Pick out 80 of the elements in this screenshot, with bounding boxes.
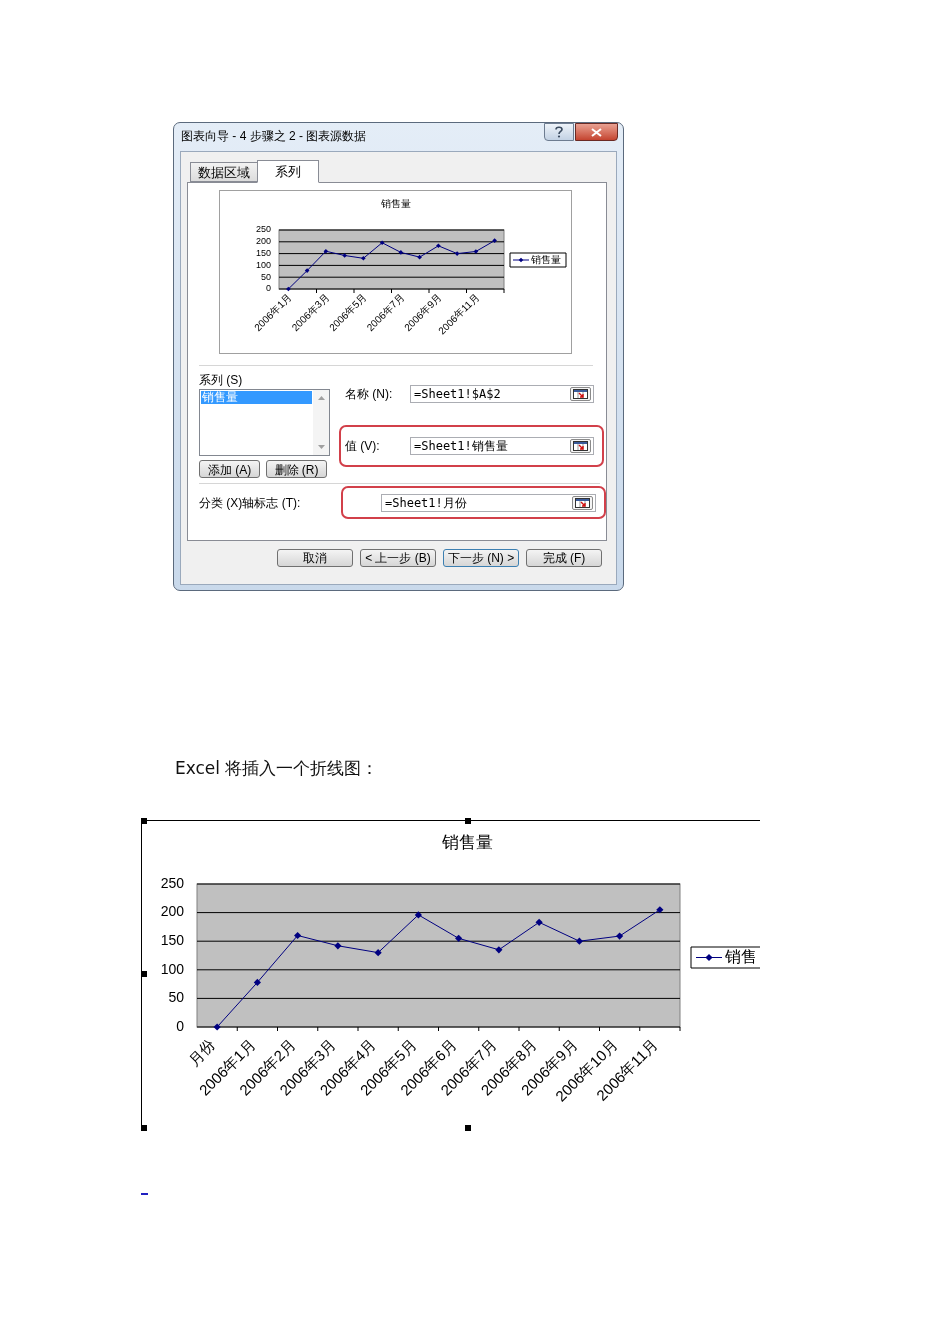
data-point: [656, 906, 664, 914]
range-button[interactable]: [572, 495, 593, 510]
field-label: 分类 (X)轴标志 (T):: [199, 494, 302, 512]
list-action-button[interactable]: 删除 (R): [266, 460, 327, 478]
data-point: [398, 250, 404, 255]
link-underline: [141, 1193, 148, 1195]
legend-key-icon: [695, 953, 723, 962]
y-tick-label: 150: [255, 248, 271, 258]
x-tick-label: 月份: [184, 1035, 219, 1070]
data-point: [342, 253, 347, 258]
data-point: [436, 243, 441, 249]
dialog-button[interactable]: 取消: [277, 549, 353, 567]
list-action-button[interactable]: 添加 (A): [199, 460, 260, 478]
data-point: [253, 978, 261, 986]
cell-range-icon: [573, 441, 588, 451]
data-point: [213, 1023, 221, 1031]
selection-handle[interactable]: [141, 818, 147, 824]
y-tick-label: 150: [160, 931, 184, 948]
y-tick-label: 0: [176, 1017, 184, 1034]
y-tick-label: 50: [168, 989, 184, 1006]
data-point: [286, 286, 291, 292]
selection-handle[interactable]: [465, 1125, 471, 1131]
help-button[interactable]: [544, 123, 574, 141]
data-point: [323, 248, 329, 254]
help-icon: [555, 126, 563, 138]
window-title: 图表向导 - 4 步骤之 2 - 图表源数据: [181, 129, 367, 144]
y-tick-label: 50: [261, 271, 271, 282]
data-point: [294, 931, 302, 940]
selection-handle[interactable]: [465, 818, 471, 824]
y-tick-label: 200: [255, 236, 271, 247]
data-point: [361, 256, 366, 261]
data-point: [379, 240, 385, 246]
close-icon: [591, 127, 602, 137]
dialog-button[interactable]: 完成 (F): [526, 549, 602, 567]
legend-label: 销售量: [531, 253, 561, 265]
data-point: [575, 937, 583, 945]
data-point: [304, 268, 310, 273]
data-point: [334, 942, 342, 950]
cell-range-icon: [573, 389, 588, 399]
data-point: [473, 249, 479, 254]
chart-title: 销售量: [381, 197, 411, 209]
dialog-button[interactable]: < 上一步 (B): [360, 549, 436, 567]
body-text: Excel 将插入一个折线图：: [175, 757, 379, 779]
selection-handle[interactable]: [141, 971, 147, 977]
reference-field[interactable]: =Sheet1!$A$2: [410, 385, 594, 403]
scroll-down-icon: [317, 445, 325, 449]
chart-title: 销售量: [441, 833, 493, 853]
legend-frame: [509, 252, 567, 268]
data-point: [535, 918, 543, 926]
field-label: 名称 (N):: [344, 386, 394, 403]
tab[interactable]: 数据区域: [190, 162, 257, 182]
close-button[interactable]: [575, 123, 618, 141]
data-point: [414, 911, 422, 919]
data-point: [616, 932, 624, 940]
y-tick-label: 0: [266, 283, 271, 294]
data-point: [455, 934, 463, 942]
y-tick-label: 200: [160, 903, 184, 920]
data-point: [417, 254, 422, 260]
y-tick-label: 100: [255, 259, 271, 270]
data-point: [492, 238, 497, 243]
data-point: [374, 949, 382, 957]
series-list-label: 系列 (S): [199, 373, 244, 387]
field-label: 值 (V):: [344, 438, 381, 455]
dialog-button[interactable]: 下一步 (N) >: [443, 549, 519, 567]
y-tick-label: 100: [160, 960, 184, 977]
reference-field[interactable]: =Sheet1!销售量: [410, 437, 594, 455]
cell-range-icon: [575, 497, 590, 508]
reference-field[interactable]: =Sheet1!月份: [381, 493, 596, 512]
range-button[interactable]: [570, 439, 591, 453]
tab[interactable]: 系列: [257, 160, 319, 183]
scrollbar[interactable]: [313, 390, 329, 455]
scroll-up-icon: [317, 396, 325, 400]
selection-handle[interactable]: [141, 1125, 147, 1131]
legend-key-icon: [512, 257, 530, 263]
data-point: [495, 946, 503, 954]
data-point: [454, 251, 460, 256]
y-tick-label: 250: [255, 224, 271, 235]
range-button[interactable]: [570, 387, 591, 401]
legend-label: 销售: [725, 947, 757, 965]
y-tick-label: 250: [160, 874, 184, 891]
